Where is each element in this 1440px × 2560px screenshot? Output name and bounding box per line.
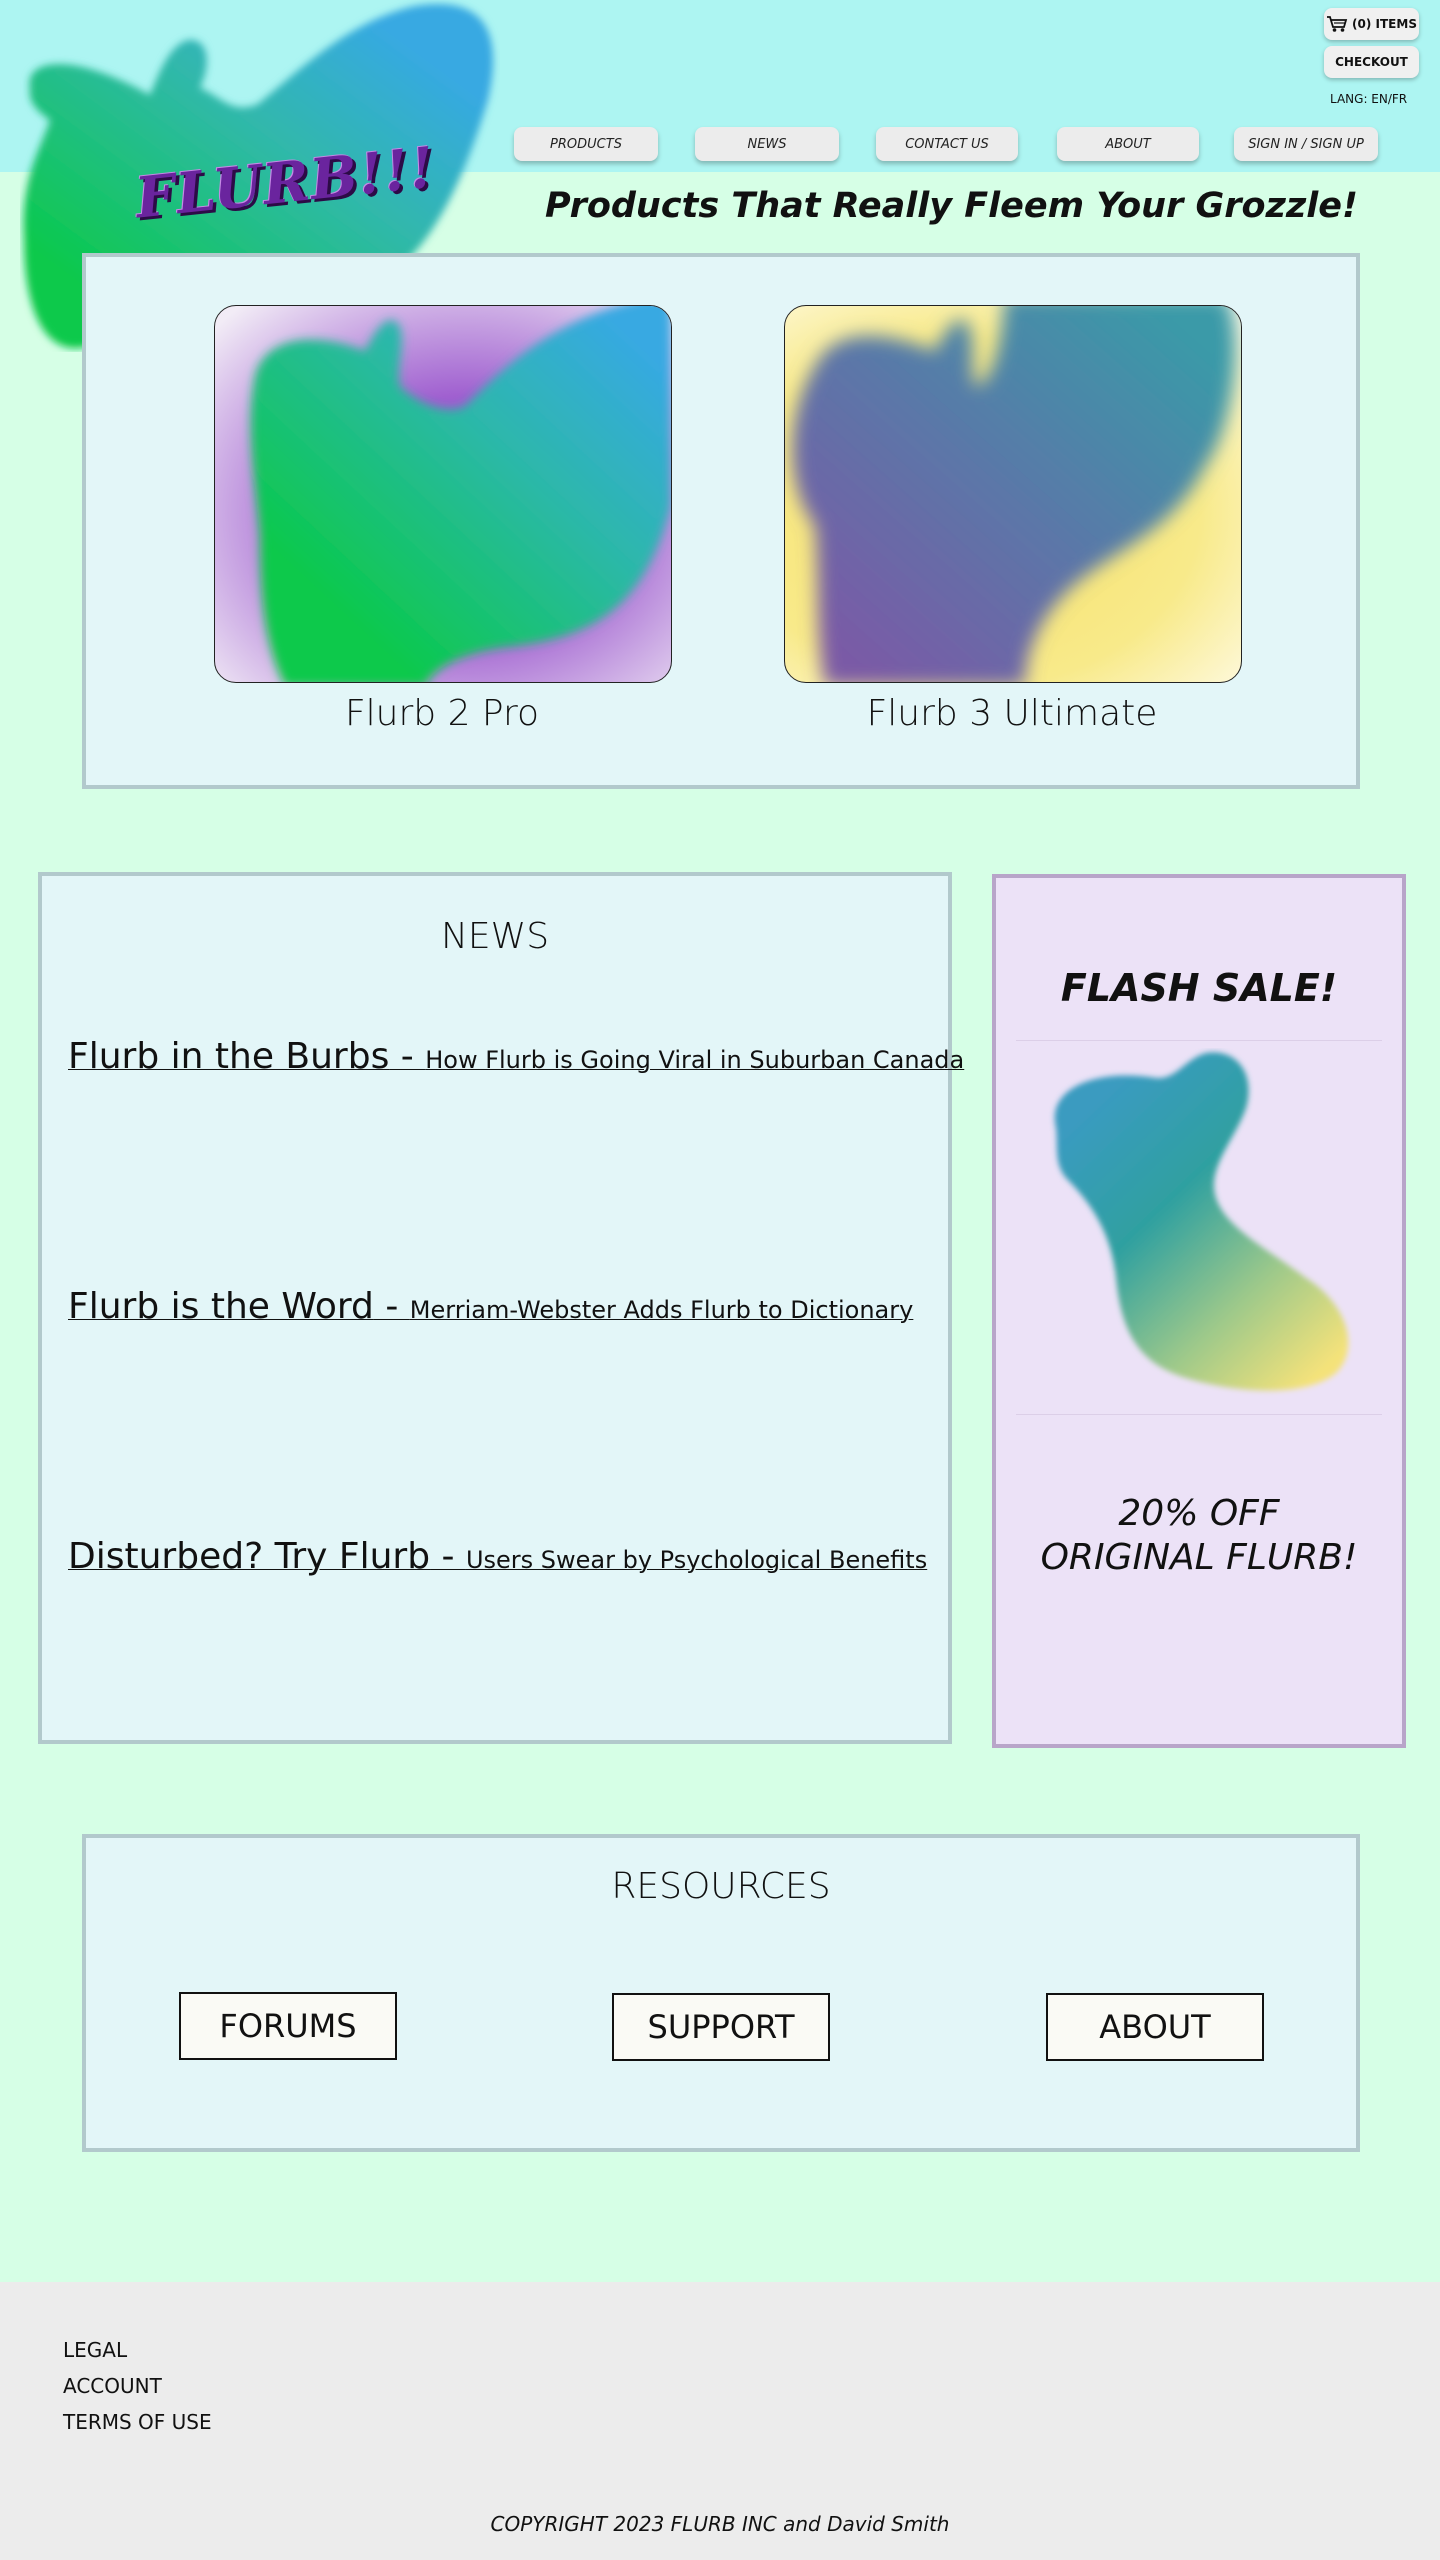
news-panel: NEWS Flurb in the Burbs - How Flurb is G… <box>38 872 964 1744</box>
sale-offer-line: ORIGINAL FLURB! <box>1040 1537 1358 1578</box>
about-button[interactable]: ABOUT <box>1046 1993 1264 2061</box>
page-tagline: Products That Really Fleem Your Grozzle! <box>545 186 1358 226</box>
news-headline: Flurb is the Word <box>68 1286 374 1327</box>
checkout-button[interactable]: CHECKOUT <box>1324 46 1419 78</box>
product-name[interactable]: Flurb 2 Pro <box>214 693 670 734</box>
language-selector[interactable]: LANG: EN/FR <box>1330 92 1407 106</box>
news-item[interactable]: Disturbed? Try Flurb - Users Swear by Ps… <box>68 1536 927 1577</box>
cart-count: (0) ITEMS <box>1352 17 1417 31</box>
flash-sale-title: FLASH SALE! <box>1060 966 1338 1010</box>
forums-button[interactable]: FORUMS <box>179 1992 397 2060</box>
news-subheadline: Merriam-Webster Adds Flurb to Dictionary <box>409 1296 914 1324</box>
cart-icon <box>1327 16 1348 32</box>
product-name[interactable]: Flurb 3 Ultimate <box>784 693 1240 734</box>
news-headline: Flurb in the Burbs <box>68 1036 390 1077</box>
copyright-text: COPYRIGHT 2023 FLURB INC and David Smith <box>490 2512 950 2536</box>
footer-link-legal[interactable]: LEGAL <box>63 2338 127 2362</box>
news-title: NEWS <box>440 916 550 957</box>
divider <box>1016 1040 1382 1041</box>
footer-link-terms[interactable]: TERMS OF USE <box>63 2410 212 2434</box>
product-image <box>792 306 1236 682</box>
news-headline: Disturbed? Try Flurb <box>68 1536 431 1577</box>
products-panel: Flurb 2 Pro Flurb 3 Ultimate <box>82 253 1360 789</box>
product-image <box>250 306 671 682</box>
nav-about[interactable]: ABOUT <box>1057 127 1199 161</box>
nav-sign-in[interactable]: SIGN IN / SIGN UP <box>1234 127 1378 161</box>
nav-contact-us[interactable]: CONTACT US <box>876 127 1018 161</box>
flash-sale-panel[interactable]: FLASH SALE! 20% OFF ORIGINAL FLURB! <box>992 874 1406 1748</box>
footer: LEGAL ACCOUNT TERMS OF USE COPYRIGHT 202… <box>0 2282 1440 2560</box>
cart-button[interactable]: (0) ITEMS <box>1324 8 1419 40</box>
divider <box>1016 1414 1382 1415</box>
sale-offer-line: 20% OFF <box>1118 1493 1280 1534</box>
news-item[interactable]: Flurb in the Burbs - How Flurb is Going … <box>68 1036 964 1077</box>
sale-offer-text: 20% OFF ORIGINAL FLURB! <box>996 1492 1402 1580</box>
nav-products[interactable]: PRODUCTS <box>514 127 658 161</box>
support-button[interactable]: SUPPORT <box>612 1993 830 2061</box>
news-subheadline: Users Swear by Psychological Benefits <box>465 1546 928 1574</box>
sale-product-image <box>1054 1052 1349 1391</box>
resources-title: RESOURCES <box>611 1866 831 1907</box>
nav-news[interactable]: NEWS <box>695 127 839 161</box>
news-subheadline: How Flurb is Going Viral in Suburban Can… <box>425 1046 965 1074</box>
product-card-flurb-3-ultimate[interactable] <box>784 305 1242 683</box>
product-card-flurb-2-pro[interactable] <box>214 305 672 683</box>
news-item[interactable]: Flurb is the Word - Merriam-Webster Adds… <box>68 1286 913 1327</box>
resources-panel: RESOURCES FORUMS SUPPORT ABOUT <box>82 1834 1360 2152</box>
footer-link-account[interactable]: ACCOUNT <box>63 2374 162 2398</box>
